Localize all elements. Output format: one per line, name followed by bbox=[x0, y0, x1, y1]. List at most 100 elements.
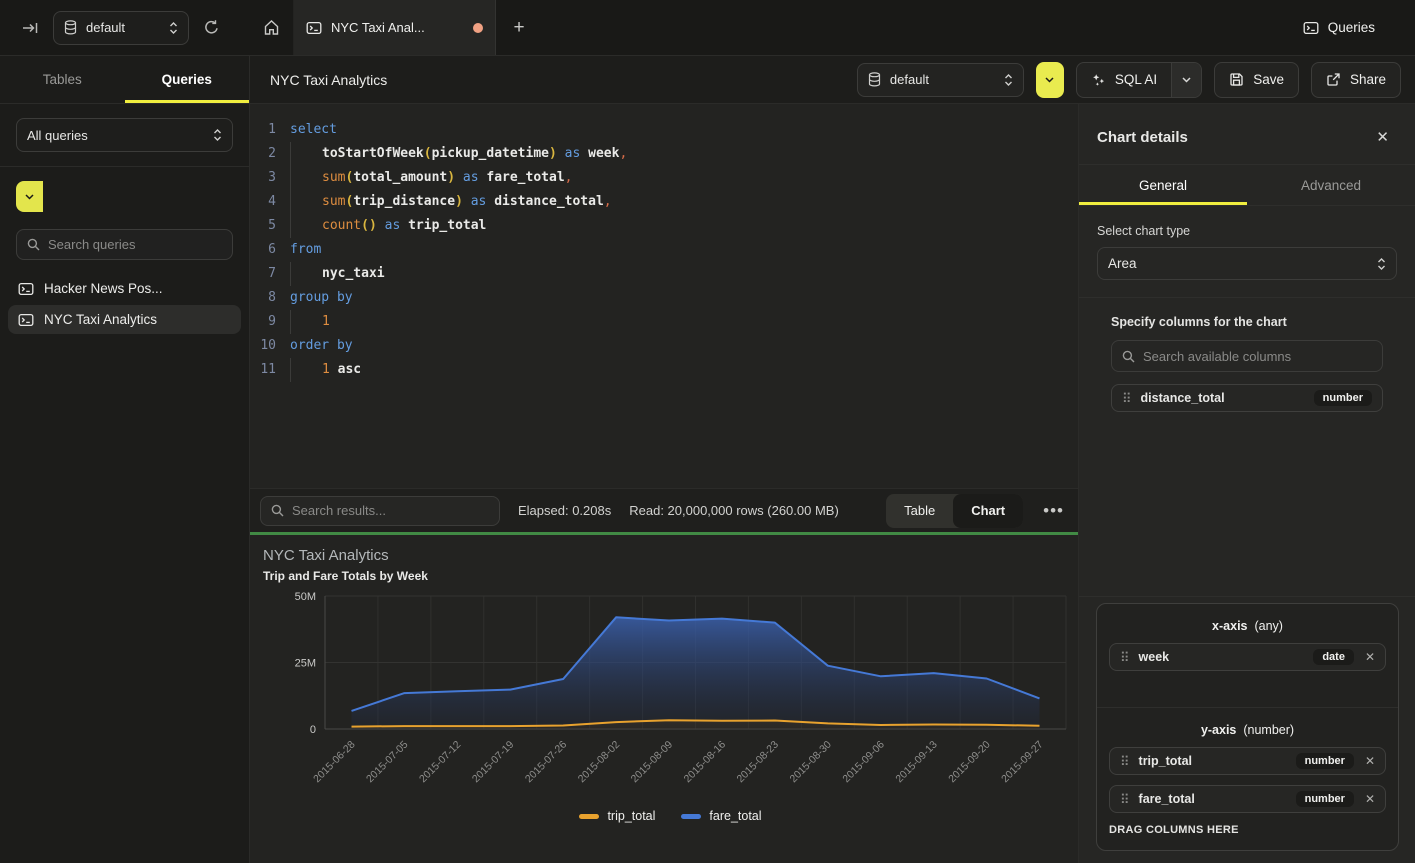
remove-column-icon[interactable]: ✕ bbox=[1363, 754, 1375, 768]
drag-handle-icon[interactable]: ⠿ bbox=[1122, 392, 1132, 405]
legend-item-fare-total[interactable]: fare_total bbox=[681, 809, 761, 823]
search-queries-input[interactable] bbox=[48, 237, 222, 252]
svg-text:2015-07-12: 2015-07-12 bbox=[417, 739, 464, 786]
y-axis-column-trip-total[interactable]: ⠿ trip_total number ✕ bbox=[1109, 747, 1386, 775]
legend-item-trip-total[interactable]: trip_total bbox=[579, 809, 655, 823]
columns-search-input[interactable] bbox=[1143, 349, 1372, 364]
home-tab-button[interactable] bbox=[250, 0, 294, 55]
tab-nyc-taxi-analytics[interactable]: NYC Taxi Anal... bbox=[294, 0, 496, 55]
panel-tab-advanced[interactable]: Advanced bbox=[1247, 165, 1415, 205]
remove-column-icon[interactable]: ✕ bbox=[1363, 792, 1375, 806]
remove-column-icon[interactable]: ✕ bbox=[1363, 650, 1375, 664]
panel-tab-general[interactable]: General bbox=[1079, 165, 1247, 205]
x-axis-hint: (any) bbox=[1254, 619, 1282, 633]
tab-strip: NYC Taxi Anal... + bbox=[250, 0, 1303, 55]
y-axis-column-fare-total[interactable]: ⠿ fare_total number ✕ bbox=[1109, 785, 1386, 813]
queries-link[interactable]: Queries bbox=[1303, 0, 1415, 55]
code-line[interactable]: 8group by bbox=[250, 286, 1078, 310]
panel-tabs: General Advanced bbox=[1079, 164, 1415, 206]
available-column-distance-total[interactable]: ⠿ distance_total number bbox=[1111, 384, 1383, 412]
new-tab-button[interactable]: + bbox=[496, 0, 542, 55]
drag-handle-icon[interactable]: ⠿ bbox=[1120, 651, 1130, 664]
read-stat: Read: 20,000,000 rows (260.00 MB) bbox=[629, 503, 839, 518]
sidebar-tab-queries[interactable]: Queries bbox=[125, 56, 250, 103]
svg-text:2015-09-27: 2015-09-27 bbox=[999, 739, 1046, 786]
share-button[interactable]: Share bbox=[1311, 62, 1401, 98]
query-item-nyc-taxi[interactable]: NYC Taxi Analytics bbox=[8, 305, 241, 334]
code-line[interactable]: 1select bbox=[250, 118, 1078, 142]
main-area: 1select2toStartOfWeek(pickup_datetime) a… bbox=[250, 104, 1078, 863]
line-number: 5 bbox=[250, 214, 276, 238]
y-axis-title: y-axis bbox=[1201, 723, 1236, 737]
more-options-icon[interactable]: ••• bbox=[1041, 501, 1066, 521]
new-query-button[interactable]: + New query bbox=[16, 181, 233, 212]
drag-handle-icon[interactable]: ⠿ bbox=[1120, 755, 1130, 768]
legend-swatch bbox=[579, 814, 599, 819]
run-dropdown[interactable] bbox=[1036, 62, 1064, 98]
drag-handle-icon[interactable]: ⠿ bbox=[1120, 793, 1130, 806]
results-toolbar: Elapsed: 0.208s Read: 20,000,000 rows (2… bbox=[250, 488, 1078, 532]
sql-ai-dropdown[interactable] bbox=[1171, 63, 1201, 97]
collapse-sidebar-icon[interactable] bbox=[22, 20, 39, 36]
chart-type-label: Select chart type bbox=[1097, 224, 1397, 238]
legend-label: fare_total bbox=[709, 809, 761, 823]
toolbar-database-selector[interactable]: default bbox=[857, 63, 1024, 97]
legend-swatch bbox=[681, 814, 701, 819]
sql-ai-button[interactable]: SQL AI bbox=[1076, 62, 1202, 98]
toolbar-database-value: default bbox=[890, 72, 995, 87]
chart-subtitle: Trip and Fare Totals by Week bbox=[263, 569, 1078, 583]
code-line[interactable]: 7nyc_taxi bbox=[250, 262, 1078, 286]
svg-text:2015-08-09: 2015-08-09 bbox=[629, 739, 676, 786]
page-title: NYC Taxi Analytics bbox=[270, 72, 387, 88]
chevron-updown-icon bbox=[213, 128, 222, 142]
terminal-icon bbox=[18, 281, 34, 297]
topbar-left: default bbox=[0, 0, 250, 55]
new-query-dropdown[interactable] bbox=[16, 181, 43, 212]
svg-text:0: 0 bbox=[310, 724, 316, 736]
y-axis-section: y-axis (number) ⠿ trip_total number ✕ ⠿ … bbox=[1097, 707, 1398, 850]
close-icon[interactable]: ✕ bbox=[1376, 128, 1389, 146]
code-line[interactable]: 91 bbox=[250, 310, 1078, 334]
terminal-icon bbox=[1303, 20, 1319, 36]
column-type-badge: number bbox=[1296, 753, 1354, 769]
code-line[interactable]: 4sum(trip_distance) as distance_total, bbox=[250, 190, 1078, 214]
drag-columns-drop-zone[interactable]: DRAG COLUMNS HERE bbox=[1109, 824, 1386, 836]
save-button[interactable]: Save bbox=[1214, 62, 1299, 98]
search-results-field[interactable] bbox=[260, 496, 500, 526]
x-axis-column-week[interactable]: ⠿ week date ✕ bbox=[1109, 643, 1386, 671]
refresh-icon[interactable] bbox=[203, 19, 220, 36]
sparkles-icon bbox=[1091, 72, 1106, 87]
code-line[interactable]: 3sum(total_amount) as fare_total, bbox=[250, 166, 1078, 190]
columns-label: Specify columns for the chart bbox=[1111, 315, 1383, 329]
area-chart[interactable]: 025M50M2015-06-282015-07-052015-07-12201… bbox=[263, 587, 1089, 802]
code-line[interactable]: 10order by bbox=[250, 334, 1078, 358]
query-item-hacker-news[interactable]: Hacker News Pos... bbox=[8, 274, 241, 303]
columns-search-field[interactable] bbox=[1111, 340, 1383, 372]
code-line[interactable]: 2toStartOfWeek(pickup_datetime) as week, bbox=[250, 142, 1078, 166]
code-line[interactable]: 5count() as trip_total bbox=[250, 214, 1078, 238]
database-selector[interactable]: default bbox=[53, 11, 189, 45]
column-type-badge: number bbox=[1296, 791, 1354, 807]
query-toolbar: NYC Taxi Analytics default Run bbox=[250, 56, 1415, 104]
sidebar-body: All queries + New query bbox=[0, 104, 249, 348]
view-toggle: Table Chart bbox=[886, 494, 1023, 528]
line-number: 4 bbox=[250, 190, 276, 214]
chart-title: NYC Taxi Analytics bbox=[263, 547, 1078, 564]
run-button[interactable]: Run bbox=[1036, 62, 1064, 98]
query-filter-select[interactable]: All queries bbox=[16, 118, 233, 152]
view-toggle-chart[interactable]: Chart bbox=[953, 494, 1023, 528]
sidebar-tab-tables[interactable]: Tables bbox=[0, 56, 125, 103]
search-icon bbox=[1122, 350, 1135, 363]
search-results-input[interactable] bbox=[292, 503, 489, 518]
svg-text:2015-08-16: 2015-08-16 bbox=[682, 739, 729, 786]
code-line[interactable]: 6from bbox=[250, 238, 1078, 262]
svg-text:25M: 25M bbox=[295, 658, 316, 670]
chevron-updown-icon bbox=[1377, 257, 1386, 271]
database-selector-value: default bbox=[86, 20, 160, 35]
view-toggle-table[interactable]: Table bbox=[886, 494, 953, 528]
chart-type-select[interactable]: Area bbox=[1097, 247, 1397, 280]
top-bar: default NYC Taxi Anal... + Queries bbox=[0, 0, 1415, 56]
search-queries-field[interactable] bbox=[16, 229, 233, 260]
code-line[interactable]: 111 asc bbox=[250, 358, 1078, 382]
sql-editor[interactable]: 1select2toStartOfWeek(pickup_datetime) a… bbox=[250, 104, 1078, 488]
